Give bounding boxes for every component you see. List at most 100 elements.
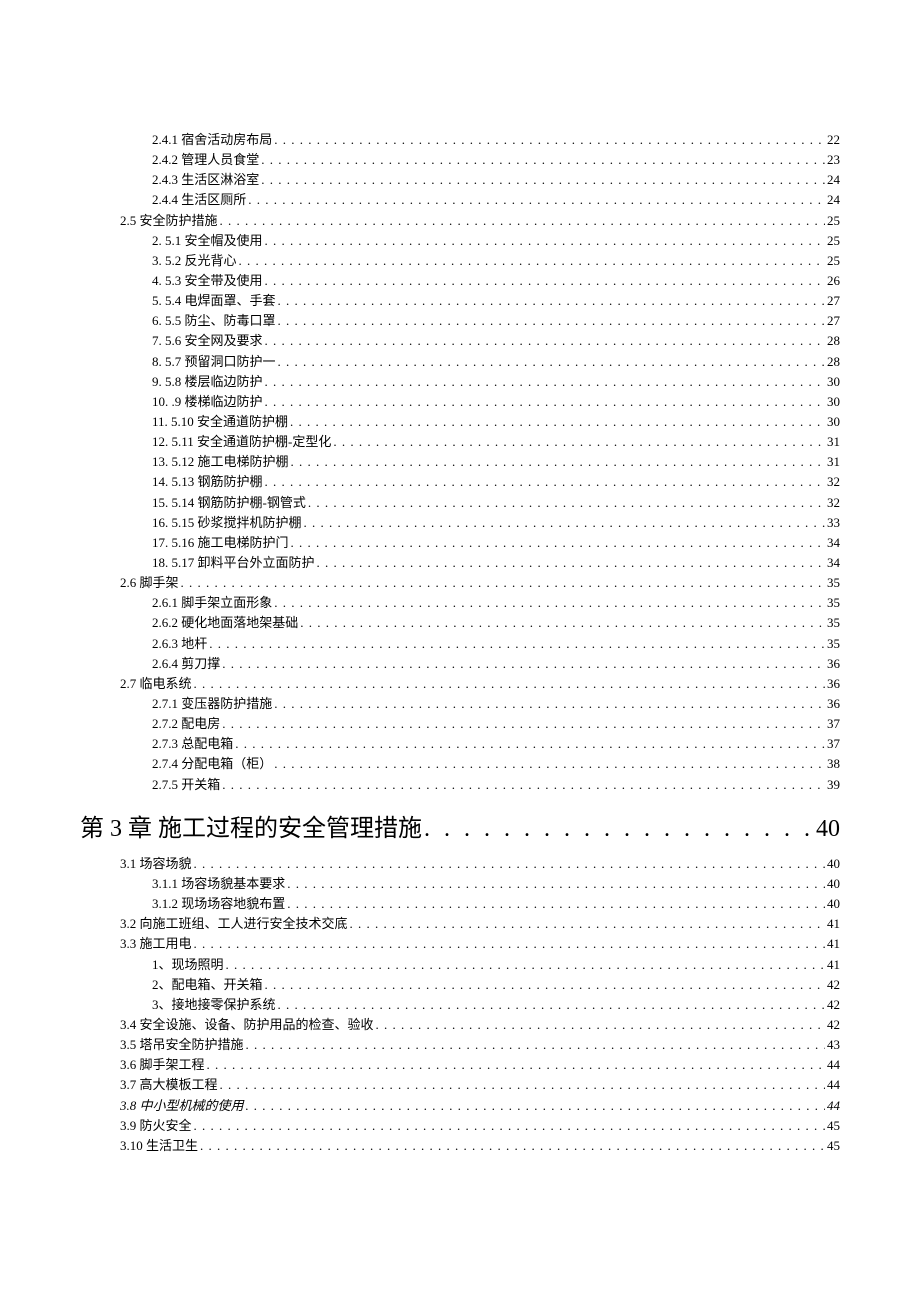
toc-entry-page: 40 (825, 854, 840, 874)
toc-entry-page: 41 (825, 914, 840, 934)
toc-entry-page: 22 (825, 130, 840, 150)
toc-leader-dots (374, 1015, 825, 1035)
toc-entry-page: 37 (825, 714, 840, 734)
toc-entry-label: 7. 5.6 安全网及要求 (152, 331, 263, 351)
toc-entry-label: 8. 5.7 预留洞口防护一 (152, 352, 276, 372)
toc-entry-row: 3.6 脚手架工程44 (80, 1055, 840, 1075)
toc-entry-row: 2.4.2 管理人员食堂 23 (80, 150, 840, 170)
toc-leader-dots (285, 874, 825, 894)
toc-entry-row: 17. 5.16 施工电梯防护门34 (80, 533, 840, 553)
toc-entry-label: 2.6.1 脚手架立面形象 (152, 593, 272, 613)
toc-entry-page: 39 (825, 775, 840, 795)
toc-entry-label: 3.3 施工用电 (120, 934, 192, 954)
toc-leader-dots (276, 352, 825, 372)
toc-entry-page: 25 (825, 211, 840, 231)
toc-leader-dots (263, 372, 825, 392)
toc-leader-dots (192, 934, 825, 954)
toc-entry-page: 25 (825, 251, 840, 271)
toc-entry-row: 4. 5.3 安全带及使用26 (80, 271, 840, 291)
toc-entry-label: 16. 5.15 砂浆搅拌机防护棚 (152, 513, 302, 533)
toc-entry-page: 38 (825, 754, 840, 774)
toc-entry-row: 14. 5.13 钢筋防护棚 32 (80, 472, 840, 492)
toc-entry-page: 28 (825, 331, 840, 351)
toc-entry-label: 4. 5.3 安全带及使用 (152, 271, 263, 291)
toc-leader-dots (276, 311, 825, 331)
toc-leader-dots (224, 955, 825, 975)
toc-entry-row: 3.7 高大模板工程44 (80, 1075, 840, 1095)
toc-leader-dots (272, 130, 825, 150)
toc-entry-label: 2.6.4 剪刀撑 (152, 654, 220, 674)
toc-entry-label: 第 3 章 施工过程的安全管理措施 (80, 811, 422, 848)
toc-entry-row: 2.6.1 脚手架立面形象35 (80, 593, 840, 613)
toc-entry-page: 36 (825, 654, 840, 674)
toc-entry-label: 3. 5.2 反光背心 (152, 251, 237, 271)
toc-entry-page: 34 (825, 553, 840, 573)
toc-entry-label: 3.9 防火安全 (120, 1116, 192, 1136)
toc-leader-dots (272, 754, 825, 774)
toc-leader-dots (218, 211, 825, 231)
toc-entry-page: 42 (825, 975, 840, 995)
toc-entry-page: 31 (825, 452, 840, 472)
toc-entry-row: 13. 5.12 施工电梯防护棚31 (80, 452, 840, 472)
toc-entry-page: 32 (825, 472, 840, 492)
toc-entry-label: 2.4.1 宿舍活动房布局 (152, 130, 272, 150)
toc-leader-dots (298, 613, 825, 633)
toc-entry-label: 14. 5.13 钢筋防护棚 (152, 472, 263, 492)
toc-leader-dots (244, 1035, 825, 1055)
toc-entry-page: 36 (825, 694, 840, 714)
toc-entry-page: 35 (825, 613, 840, 633)
toc-entry-row: 3.1 场容场貌 40 (80, 854, 840, 874)
toc-leader-dots (276, 291, 825, 311)
toc-entry-page: 41 (825, 955, 840, 975)
toc-entry-row: 3.4 安全设施、设备、防护用品的检查、验收42 (80, 1015, 840, 1035)
toc-entry-row: 2. 5.1 安全帽及使用25 (80, 231, 840, 251)
toc-entry-page: 30 (825, 372, 840, 392)
toc-leader-dots (207, 634, 825, 654)
toc-entry-label: 3.1 场容场貌 (120, 854, 192, 874)
toc-entry-row: 3.9 防火安全45 (80, 1116, 840, 1136)
table-of-contents: 2.4.1 宿舍活动房布局 22 2.4.2 管理人员食堂 232.4.3 生活区淋浴… (80, 130, 840, 1156)
toc-leader-dots (289, 533, 825, 553)
toc-entry-row: 3.1.2 现场场容地貌布置40 (80, 894, 840, 914)
toc-entry-page: 30 (825, 412, 840, 432)
toc-entry-row: 2.7 临电系统36 (80, 674, 840, 694)
toc-entry-row: 2.6 脚手架35 (80, 573, 840, 593)
toc-leader-dots (198, 1136, 825, 1156)
toc-entry-label: 3.2 向施工班组、工人进行安全技术交底 (120, 914, 348, 934)
toc-entry-page: 23 (825, 150, 840, 170)
toc-entry-label: 2、配电箱、开关箱 (152, 975, 263, 995)
toc-entry-row: 3.10 生活卫生45 (80, 1136, 840, 1156)
toc-entry-row: 3.5 塔吊安全防护措施43 (80, 1035, 840, 1055)
toc-entry-label: 2.4.2 管理人员食堂 (152, 150, 259, 170)
toc-entry-label: 3.4 安全设施、设备、防护用品的检查、验收 (120, 1015, 374, 1035)
toc-entry-row: 2.6.3 地杆35 (80, 634, 840, 654)
toc-entry-page: 45 (825, 1136, 840, 1156)
toc-leader-dots (220, 775, 825, 795)
toc-entry-row: 2、配电箱、开关箱 42 (80, 975, 840, 995)
toc-entry-row: 2.6.4 剪刀撑 36 (80, 654, 840, 674)
toc-leader-dots (289, 452, 825, 472)
toc-entry-page: 44 (825, 1075, 840, 1095)
toc-entry-page: 27 (825, 291, 840, 311)
toc-entry-row: 15. 5.14 钢筋防护棚-钢管式32 (80, 493, 840, 513)
toc-entry-row: 3. 5.2 反光背心 25 (80, 251, 840, 271)
toc-entry-row: 2.7.4 分配电箱（柜）38 (80, 754, 840, 774)
toc-entry-page: 24 (825, 170, 840, 190)
toc-entry-label: 2.7.1 变压器防护措施 (152, 694, 272, 714)
toc-leader-dots (276, 995, 825, 1015)
toc-entry-page: 42 (825, 995, 840, 1015)
toc-entry-label: 2.6 脚手架 (120, 573, 179, 593)
toc-entry-label: 3.1.2 现场场容地貌布置 (152, 894, 285, 914)
toc-entry-row: 2.6.2 硬化地面落地架基础35 (80, 613, 840, 633)
toc-entry-page: 27 (825, 311, 840, 331)
toc-leader-dots (272, 694, 825, 714)
toc-entry-label: 2.6.3 地杆 (152, 634, 207, 654)
toc-entry-page: 30 (825, 392, 840, 412)
toc-entry-row: 2.4.3 生活区淋浴室24 (80, 170, 840, 190)
toc-entry-label: 2.7.5 开关箱 (152, 775, 220, 795)
toc-leader-dots (192, 854, 825, 874)
toc-entry-page: 28 (825, 352, 840, 372)
toc-entry-label: 2. 5.1 安全帽及使用 (152, 231, 263, 251)
toc-leader-dots (315, 553, 825, 573)
toc-entry-label: 3、接地接零保护系统 (152, 995, 276, 1015)
